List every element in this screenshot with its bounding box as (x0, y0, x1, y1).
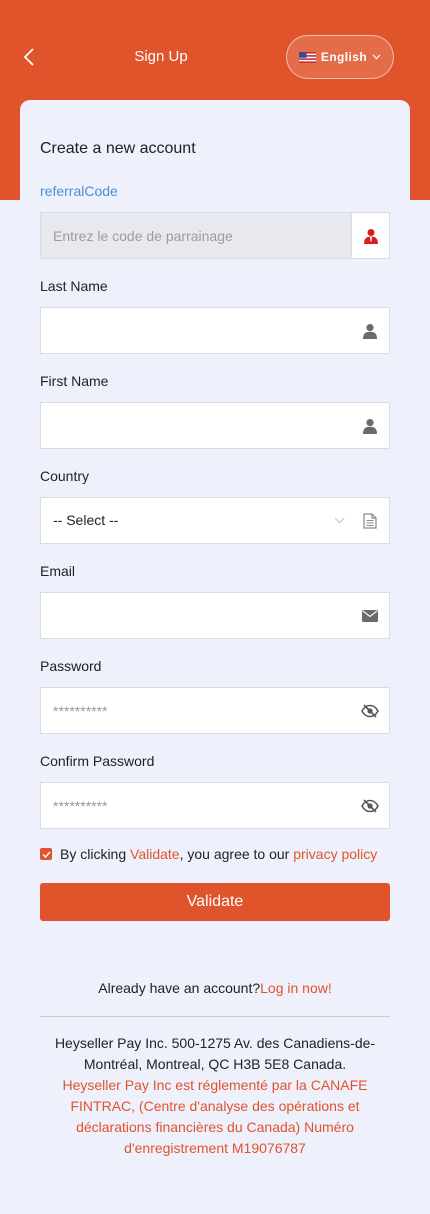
language-label: English (320, 50, 368, 64)
country-selected-value: -- Select -- (53, 512, 119, 528)
us-flag-icon (298, 51, 316, 63)
email-field (40, 592, 390, 639)
top-bar: Sign Up English (0, 0, 430, 114)
page-title: Sign Up (134, 48, 188, 65)
confirm-password-visibility-toggle[interactable] (351, 783, 389, 828)
last-name-label: Last Name (40, 278, 108, 294)
agreement-middle: , you agree to our (179, 846, 294, 862)
password-input[interactable] (41, 688, 351, 733)
footer: Heyseller Pay Inc. 500-1275 Av. des Cana… (45, 1033, 385, 1159)
confirm-password-label: Confirm Password (40, 753, 155, 769)
document-icon (363, 512, 377, 529)
language-selector[interactable]: English (286, 35, 394, 79)
login-prompt-text: Already have an account? (98, 980, 261, 996)
form-title: Create a new account (40, 140, 196, 157)
agreement-prefix: By clicking (60, 846, 131, 862)
user-icon (363, 418, 377, 434)
user-icon (363, 323, 377, 339)
email-input[interactable] (41, 593, 351, 638)
user-referral-icon (363, 228, 378, 244)
chevron-down-icon (372, 54, 381, 60)
login-prompt: Already have an account?Log in now! (0, 980, 430, 996)
first-name-input[interactable] (41, 403, 351, 448)
referral-icon-button (351, 213, 389, 258)
referral-code-field (40, 212, 390, 259)
agreement-row: By clicking Validate, you agree to our p… (40, 846, 377, 862)
agreement-text: By clicking Validate, you agree to our p… (60, 846, 377, 862)
country-label: Country (40, 468, 90, 484)
country-select[interactable]: -- Select -- (40, 497, 390, 544)
first-name-label: First Name (40, 373, 109, 389)
privacy-policy-link[interactable]: privacy policy (293, 846, 377, 862)
first-name-field (40, 402, 390, 449)
eye-slash-icon (361, 798, 379, 813)
form-card (20, 100, 410, 230)
password-visibility-toggle[interactable] (351, 688, 389, 733)
email-label: Email (40, 563, 76, 579)
last-name-field (40, 307, 390, 354)
confirm-password-input[interactable] (41, 783, 351, 828)
validate-link[interactable]: Validate (130, 846, 180, 862)
login-link[interactable]: Log in now! (260, 980, 332, 996)
checkmark-icon (41, 850, 51, 858)
envelope-icon (362, 609, 378, 622)
chevron-down-icon (334, 517, 344, 524)
password-field (40, 687, 390, 734)
company-address: Heyseller Pay Inc. 500-1275 Av. des Cana… (54, 1035, 376, 1072)
referral-code-label: referralCode (40, 183, 118, 199)
validate-button[interactable]: Validate (40, 883, 390, 921)
regulation-notice: Heyseller Pay Inc est réglementé par la … (62, 1077, 368, 1156)
eye-slash-icon (361, 703, 379, 718)
last-name-input[interactable] (41, 308, 351, 353)
agree-checkbox[interactable] (40, 848, 52, 860)
footer-divider (40, 1016, 390, 1017)
password-label: Password (40, 658, 102, 674)
referral-code-input[interactable] (41, 213, 351, 258)
confirm-password-field (40, 782, 390, 829)
